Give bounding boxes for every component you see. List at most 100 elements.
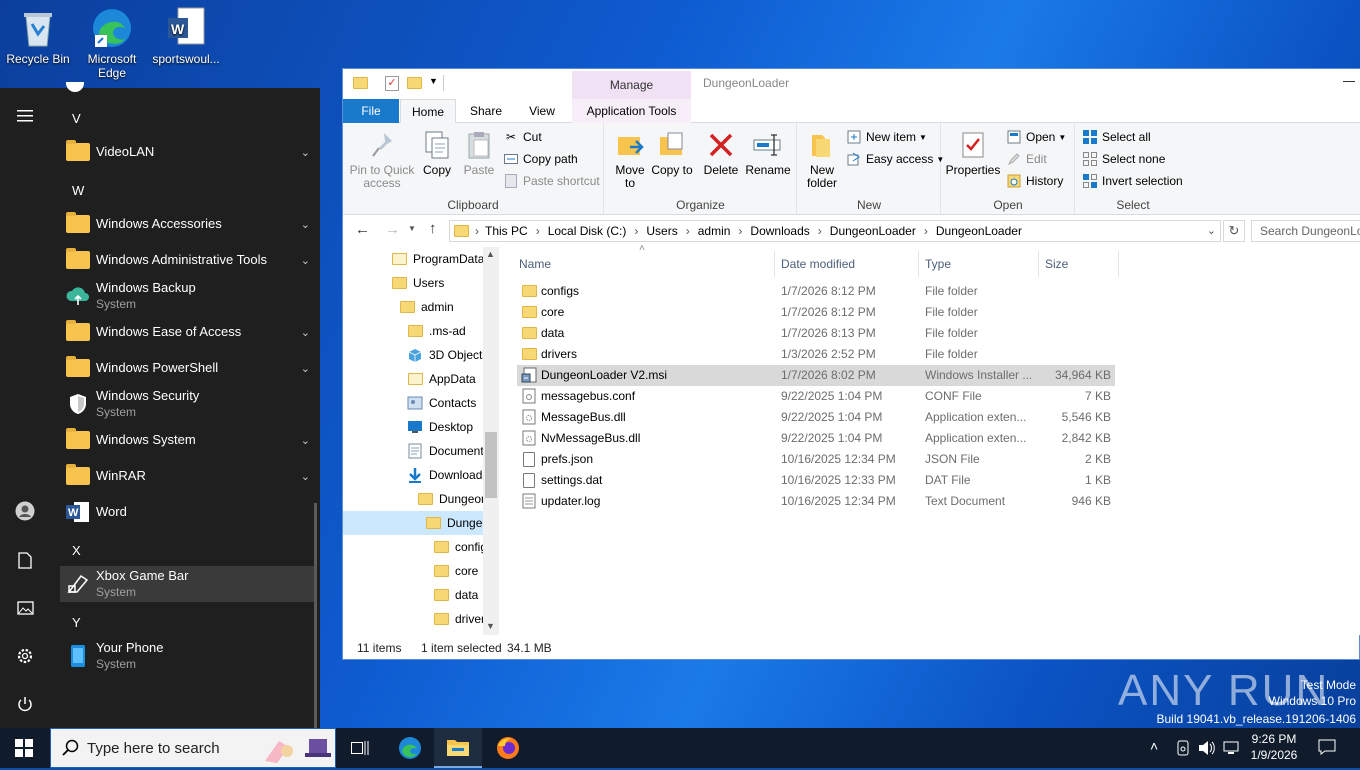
nav-item-downloads[interactable]: Downloads	[407, 463, 483, 487]
notifications-icon[interactable]	[1318, 739, 1336, 758]
edit-button[interactable]: Edit	[1006, 149, 1047, 169]
file-row-core[interactable]: core 1/7/2026 8:12 PM File folder	[517, 302, 1115, 323]
customize-toolbar-icon[interactable]: ▼	[429, 76, 438, 86]
title-bar[interactable]: ✓ ▼ Manage DungeonLoader	[343, 69, 1360, 99]
start-app-windows-administrative-tools[interactable]: Windows Administrative Tools ⌄	[60, 242, 316, 278]
nav-item-data[interactable]: data	[433, 583, 483, 607]
column-header-name[interactable]: Name	[513, 251, 775, 277]
taskbar-file-explorer-button[interactable]	[434, 728, 482, 768]
new-item-button[interactable]: New item ▼	[846, 127, 927, 147]
breadcrumb-dungeonloader[interactable]: DungeonLoader	[830, 224, 916, 238]
start-app-windows-powershell[interactable]: Windows PowerShell ⌄	[60, 350, 316, 386]
breadcrumb-admin[interactable]: admin	[698, 224, 731, 238]
tab-file[interactable]: File	[343, 99, 399, 123]
letter-header-y[interactable]: Y	[72, 615, 81, 630]
minimize-button[interactable]	[1343, 81, 1355, 82]
breadcrumb-local-disk[interactable]: Local Disk (C:)	[548, 224, 627, 238]
history-button[interactable]: History	[1006, 171, 1063, 191]
pictures-icon[interactable]	[13, 596, 37, 620]
clock[interactable]: 9:26 PM 1/9/2026	[1246, 731, 1302, 763]
pin-to-quick-access-button[interactable]: Pin to Quick access	[349, 129, 415, 190]
breadcrumb-users[interactable]: Users	[646, 224, 677, 238]
column-header-date-modified[interactable]: Date modified	[775, 251, 919, 277]
file-row-updater-log[interactable]: updater.log 10/16/2025 12:34 PM Text Docum…	[517, 491, 1115, 512]
nav-item-ms-ad[interactable]: .ms-ad	[407, 319, 483, 343]
start-app-windows-security[interactable]: Windows Security System	[60, 386, 316, 422]
start-app-your-phone[interactable]: Your Phone System	[60, 638, 316, 674]
desktop-icon-word-document[interactable]: W sportswoul...	[148, 0, 224, 66]
rename-button[interactable]: Rename	[743, 129, 793, 177]
tablet-input-icon[interactable]	[1175, 740, 1191, 759]
start-app-windows-backup[interactable]: Windows Backup System	[60, 278, 316, 314]
user-account-icon[interactable]	[13, 499, 37, 523]
settings-gear-icon[interactable]	[13, 644, 37, 668]
file-row-settings-dat[interactable]: settings.dat 10/16/2025 12:33 PM DAT File 1…	[517, 470, 1115, 491]
tab-view[interactable]: View	[516, 99, 568, 123]
letter-header-x[interactable]: X	[72, 543, 81, 558]
nav-item-documents[interactable]: Documents	[407, 439, 483, 463]
documents-icon[interactable]	[13, 548, 37, 572]
scroll-thumb[interactable]	[485, 432, 497, 498]
paste-button[interactable]: Paste	[459, 129, 499, 177]
start-app-windows-accessories[interactable]: Windows Accessories ⌄	[60, 206, 316, 242]
nav-item-dungeonloader[interactable]: DungeonLoader	[417, 487, 483, 511]
file-row-messagebus-dll[interactable]: MessageBus.dll 9/22/2025 1:04 PM Applicati…	[517, 407, 1115, 428]
invert-selection-button[interactable]: Invert selection	[1082, 171, 1183, 191]
breadcrumb-this-pc[interactable]: This PC	[485, 224, 528, 238]
file-row-configs[interactable]: configs 1/7/2026 8:12 PM File folder	[517, 281, 1115, 302]
desktop-icon-recycle-bin[interactable]: Recycle Bin	[0, 0, 76, 66]
file-row-nvmessagebus-dll[interactable]: NvMessageBus.dll 9/22/2025 1:04 PM Applica…	[517, 428, 1115, 449]
task-view-button[interactable]	[336, 728, 384, 768]
start-app-windows-ease-of-access[interactable]: Windows Ease of Access ⌄	[60, 314, 316, 350]
breadcrumb-dungeonloader-current[interactable]: DungeonLoader	[936, 224, 1022, 238]
hamburger-icon[interactable]	[13, 104, 37, 128]
nav-item-3d-objects[interactable]: 3D Objects	[407, 343, 483, 367]
nav-item-admin[interactable]: admin	[399, 295, 483, 319]
scroll-up-icon[interactable]: ▲	[486, 249, 495, 259]
power-icon[interactable]	[13, 692, 37, 716]
desktop-icon-edge[interactable]: Microsoft Edge	[74, 0, 150, 80]
recent-locations-icon[interactable]: ▼	[408, 224, 416, 233]
file-row-drivers[interactable]: drivers 1/3/2026 2:52 PM File folder	[517, 344, 1115, 365]
taskbar-edge-button[interactable]	[386, 728, 434, 768]
column-header-type[interactable]: Type	[919, 251, 1039, 277]
start-app-word[interactable]: W Word	[60, 494, 316, 530]
tab-application-tools[interactable]: Application Tools	[572, 99, 691, 123]
nav-item-configs[interactable]: configs	[433, 535, 483, 559]
file-row-data[interactable]: data 1/7/2026 8:13 PM File folder	[517, 323, 1115, 344]
file-row-messagebus-conf[interactable]: messagebus.conf 9/22/2025 1:04 PM CONF Fil…	[517, 386, 1115, 407]
cut-button[interactable]: ✂ Cut	[503, 127, 542, 147]
select-all-button[interactable]: Select all	[1082, 127, 1151, 147]
search-box[interactable]: Search DungeonLo	[1251, 220, 1360, 242]
volume-icon[interactable]	[1198, 740, 1216, 759]
start-button[interactable]	[0, 728, 48, 768]
delete-button[interactable]: Delete	[701, 129, 741, 177]
move-to-button[interactable]: Move to	[609, 129, 651, 190]
tab-home[interactable]: Home	[400, 99, 456, 124]
start-app-videolan[interactable]: VideoLAN ⌄	[60, 134, 316, 170]
nav-item-drivers[interactable]: drivers	[433, 607, 483, 631]
copy-to-button[interactable]: Copy to	[651, 129, 693, 177]
nav-item-contacts[interactable]: Contacts	[407, 391, 483, 415]
nav-item-appdata[interactable]: AppData	[407, 367, 483, 391]
forward-arrow-icon[interactable]: →	[385, 221, 400, 238]
address-dropdown-icon[interactable]: ⌄	[1207, 224, 1216, 237]
tab-share[interactable]: Share	[457, 99, 515, 123]
letter-header-w[interactable]: W	[72, 183, 84, 198]
taskbar-firefox-button[interactable]	[484, 728, 532, 768]
nav-item-programdata[interactable]: ProgramData	[391, 247, 483, 271]
start-app-windows-system[interactable]: Windows System ⌄	[60, 422, 316, 458]
column-header-size[interactable]: Size	[1039, 251, 1119, 277]
nav-item-dungeonloader-selected[interactable]: DungeonLoader	[343, 511, 483, 535]
start-menu-scrollbar[interactable]	[314, 503, 317, 728]
start-app-winrar[interactable]: WinRAR ⌄	[60, 458, 316, 494]
back-arrow-icon[interactable]: ←	[355, 221, 370, 238]
start-app-xbox-game-bar[interactable]: Xbox Game Bar System	[60, 566, 316, 602]
new-folder-icon[interactable]	[407, 77, 422, 89]
paste-shortcut-button[interactable]: Paste shortcut	[503, 171, 600, 191]
navigation-scrollbar[interactable]: ▲ ▼	[483, 247, 499, 635]
easy-access-button[interactable]: Easy access ▼	[846, 149, 944, 169]
nav-item-desktop[interactable]: Desktop	[407, 415, 483, 439]
quick-access-folder-icon[interactable]	[353, 77, 368, 89]
nav-item-users[interactable]: Users	[391, 271, 483, 295]
